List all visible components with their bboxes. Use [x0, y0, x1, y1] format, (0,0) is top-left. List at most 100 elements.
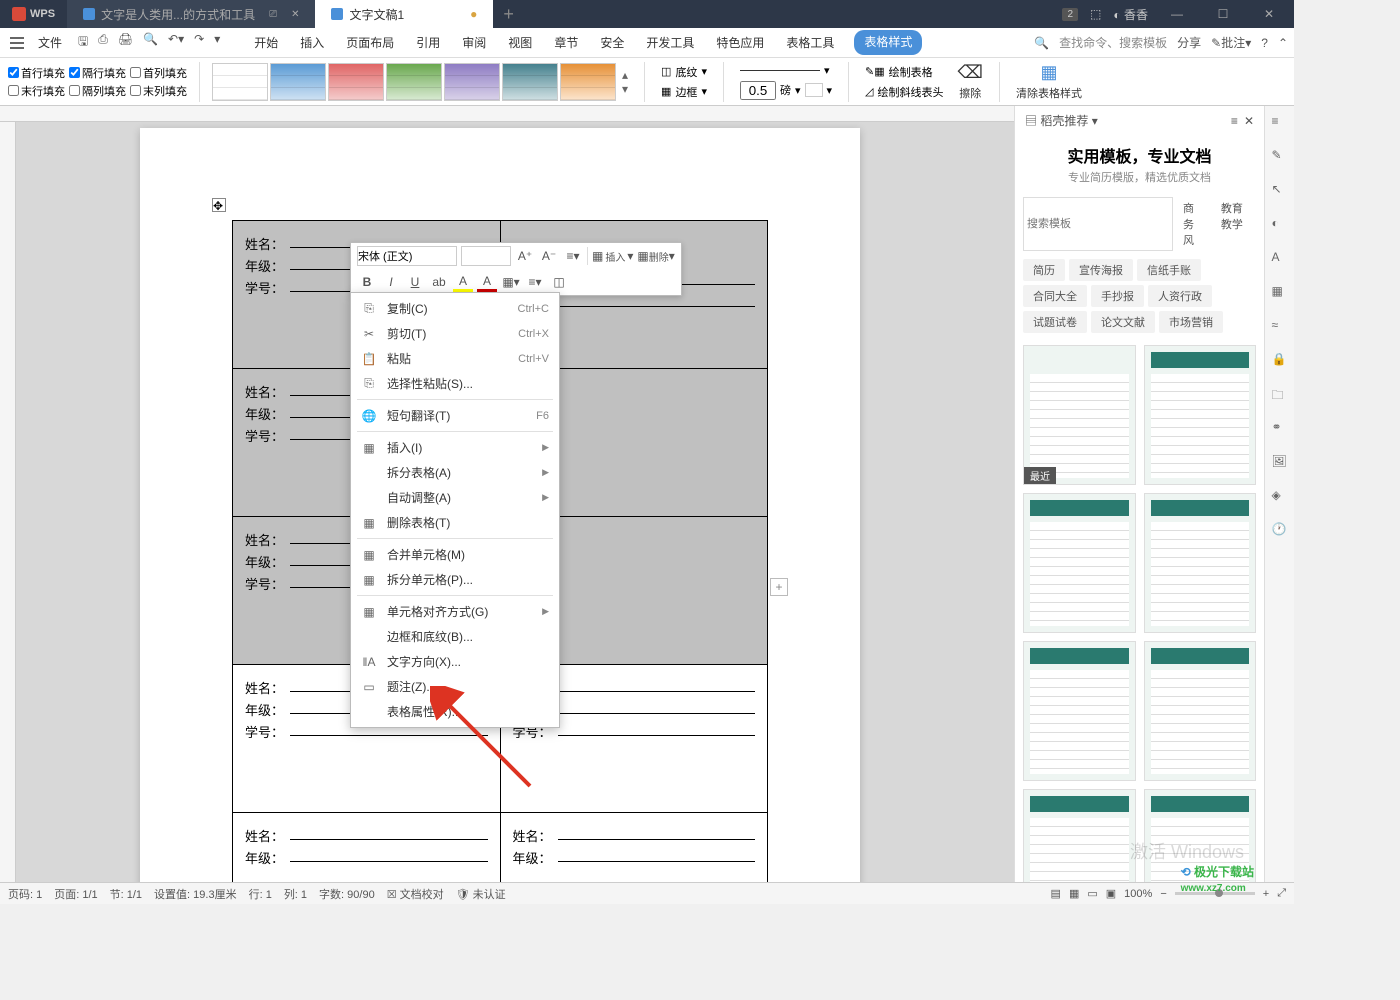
ctx-translate[interactable]: 🌐短句翻译(T)F6: [351, 403, 559, 428]
tab-developer[interactable]: 开发工具: [644, 30, 696, 55]
tab-home[interactable]: 开始: [252, 30, 280, 55]
minimize-button[interactable]: —: [1160, 7, 1194, 21]
ctx-autofit[interactable]: 自动调整(A)▶: [351, 485, 559, 510]
template-search-input[interactable]: [1023, 197, 1173, 251]
ctx-split-cell[interactable]: ▦拆分单元格(P)...: [351, 567, 559, 592]
ctx-paste-special[interactable]: ⎘选择性粘贴(S)...: [351, 371, 559, 396]
tab-doc-1[interactable]: 文字是人类用...的方式和工具 ⎚ ✕: [67, 0, 315, 28]
zoom-out-icon[interactable]: −: [1160, 888, 1166, 900]
cat-newspaper[interactable]: 手抄报: [1091, 285, 1144, 307]
ctx-merge[interactable]: ▦合并单元格(M): [351, 542, 559, 567]
table-move-handle[interactable]: ✥: [212, 198, 226, 212]
share-button[interactable]: 分享: [1177, 34, 1201, 51]
preview-icon[interactable]: 🔍: [143, 32, 158, 53]
tab-broadcast-icon[interactable]: ⎚: [269, 9, 277, 20]
maximize-button[interactable]: ☐: [1206, 7, 1240, 21]
shape-icon[interactable]: ◐: [1272, 216, 1288, 232]
template-thumb[interactable]: [1023, 789, 1136, 882]
close-button[interactable]: ✕: [1252, 7, 1286, 21]
ctx-copy[interactable]: ⎘复制(C)Ctrl+C: [351, 296, 559, 321]
clock-icon[interactable]: 🕐: [1272, 522, 1288, 538]
template-thumb[interactable]: [1023, 641, 1136, 781]
ruler-vertical[interactable]: [0, 122, 16, 882]
last-col-fill-checkbox[interactable]: 末列填充: [130, 83, 187, 99]
increase-font-icon[interactable]: A⁺: [515, 246, 535, 266]
ruler-horizontal[interactable]: [0, 106, 1014, 122]
highlight-icon[interactable]: A: [453, 272, 473, 292]
draw-diagonal-button[interactable]: ◿ 绘制斜线表头: [861, 83, 947, 101]
font-family-input[interactable]: [357, 246, 457, 266]
banded-col-checkbox[interactable]: 隔列填充: [69, 83, 126, 99]
shading-button[interactable]: ◫ 底纹 ▾: [657, 63, 711, 81]
template-thumb[interactable]: [1023, 345, 1136, 485]
tab-doc-2-active[interactable]: 文字文稿1 ●: [315, 0, 493, 28]
link-icon[interactable]: ⚭: [1272, 420, 1288, 436]
gallery-up-icon[interactable]: ▴: [622, 68, 628, 82]
list-icon[interactable]: ≡▾: [563, 246, 583, 266]
cat-marketing[interactable]: 市场营销: [1159, 311, 1223, 333]
template-thumb[interactable]: [1144, 493, 1257, 633]
export-icon[interactable]: ⎙: [98, 32, 108, 53]
filter-education[interactable]: 教育教学: [1215, 197, 1256, 251]
ctx-split-table[interactable]: 拆分表格(A)▶: [351, 460, 559, 485]
status-words[interactable]: 字数: 90/90: [319, 886, 375, 902]
ctx-caption[interactable]: ▭题注(Z)...: [351, 674, 559, 699]
apps-icon[interactable]: ⬚: [1090, 7, 1101, 21]
panel-close-icon[interactable]: ✕: [1244, 114, 1254, 128]
delete-button[interactable]: ▦删除▾: [637, 246, 674, 266]
view-web-icon[interactable]: ▭: [1087, 887, 1097, 900]
print-icon[interactable]: 🖨: [118, 32, 133, 53]
settings-icon[interactable]: ≈: [1272, 318, 1288, 334]
status-cert[interactable]: 🛡 未认证: [456, 886, 506, 902]
file-menu[interactable]: 文件: [32, 34, 68, 51]
cube-icon[interactable]: ◈: [1272, 488, 1288, 504]
status-section[interactable]: 节: 1/1: [110, 886, 142, 902]
edit-icon[interactable]: ✎: [1272, 148, 1288, 164]
tab-view[interactable]: 视图: [506, 30, 534, 55]
view-print-icon[interactable]: ▤: [1051, 887, 1061, 900]
font-size-input[interactable]: [461, 246, 511, 266]
qat-dropdown-icon[interactable]: ▾: [214, 32, 220, 53]
panel-settings-icon[interactable]: ≡: [1231, 114, 1238, 128]
banded-row-checkbox[interactable]: 隔行填充: [69, 65, 126, 81]
lock-icon[interactable]: 🔒: [1272, 352, 1288, 368]
filter-business[interactable]: 商务风: [1177, 197, 1211, 251]
ctx-cut[interactable]: ✂剪切(T)Ctrl+X: [351, 321, 559, 346]
clear-style-button[interactable]: ▦清除表格样式: [1012, 62, 1086, 101]
cat-resume[interactable]: 简历: [1023, 259, 1065, 281]
zoom-value[interactable]: 100%: [1124, 888, 1152, 900]
save-icon[interactable]: 🖫: [78, 32, 88, 53]
tab-security[interactable]: 安全: [598, 30, 626, 55]
toggle-panel-icon[interactable]: ≡: [1272, 114, 1288, 130]
status-proof[interactable]: ☒ 文档校对: [387, 886, 444, 902]
shading-mini-icon[interactable]: ◫: [549, 272, 569, 292]
line-weight-input[interactable]: [740, 81, 776, 100]
view-read-icon[interactable]: ▣: [1106, 887, 1116, 900]
folder-icon[interactable]: 🗀: [1272, 386, 1288, 402]
tab-insert[interactable]: 插入: [298, 30, 326, 55]
italic-icon[interactable]: I: [381, 272, 401, 292]
decrease-font-icon[interactable]: A⁻: [539, 246, 559, 266]
new-tab-button[interactable]: +: [493, 4, 524, 25]
cat-exam[interactable]: 试题试卷: [1023, 311, 1087, 333]
align-icon[interactable]: ≡▾: [525, 272, 545, 292]
ctx-table-properties[interactable]: 表格属性(R)...: [351, 699, 559, 724]
first-col-fill-checkbox[interactable]: 首列填充: [130, 65, 187, 81]
hamburger-icon[interactable]: [10, 37, 24, 49]
first-row-fill-checkbox[interactable]: 首行填充: [8, 65, 65, 81]
underline-icon[interactable]: U: [405, 272, 425, 292]
user-avatar[interactable]: ◐ 香香: [1113, 6, 1148, 23]
ctx-paste[interactable]: 📋粘贴Ctrl+V: [351, 346, 559, 371]
draw-table-button[interactable]: ✎▦ 绘制表格: [861, 63, 947, 81]
cat-contract[interactable]: 合同大全: [1023, 285, 1087, 307]
last-row-fill-checkbox[interactable]: 末行填充: [8, 83, 65, 99]
badge[interactable]: 2: [1062, 8, 1078, 21]
tab-layout[interactable]: 页面布局: [344, 30, 396, 55]
eraser-button[interactable]: ⌫擦除: [954, 62, 987, 101]
line-style-select[interactable]: ▾: [736, 63, 836, 78]
gallery-down-icon[interactable]: ▾: [622, 82, 628, 96]
cat-letter[interactable]: 信纸手账: [1137, 259, 1201, 281]
tab-close-icon[interactable]: ✕: [291, 9, 299, 20]
template-thumb[interactable]: [1144, 345, 1257, 485]
line-color-button[interactable]: [805, 83, 823, 97]
